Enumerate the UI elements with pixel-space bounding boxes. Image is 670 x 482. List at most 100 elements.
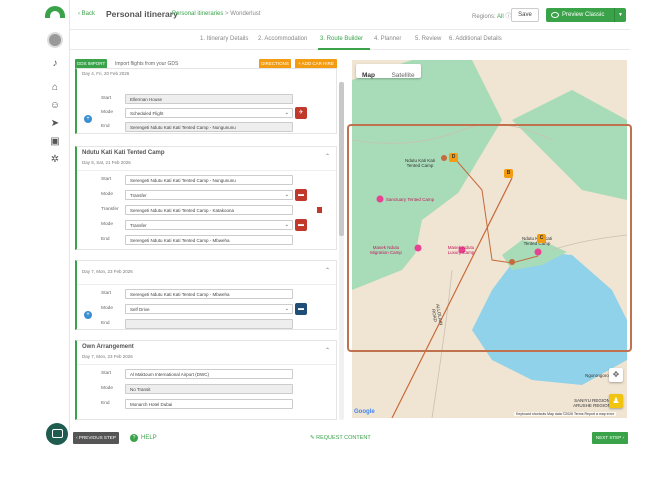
save-button[interactable]: Save — [511, 8, 539, 22]
car-icon[interactable]: ▬ — [295, 219, 307, 231]
chevron-up-icon[interactable]: ⌃ — [325, 153, 330, 160]
chevron-down-icon: ⌄ — [284, 222, 289, 228]
card-header[interactable]: Own Arrangement Day 7, Mon, 23 Feb 2026 … — [77, 341, 336, 365]
card-title: Ndutu Kati Kati Tented Camp — [82, 150, 165, 156]
mode-select[interactable]: Transfer ⌄ — [125, 190, 293, 200]
end-field[interactable]: Monarch Hotel Dubai — [125, 399, 293, 409]
row-label: End — [101, 321, 110, 326]
next-step-label: NEXT STEP — [595, 435, 622, 440]
help-link[interactable]: ? HELP — [130, 434, 157, 442]
breadcrumb: Personal itineraries > Wonderlust — [172, 11, 260, 17]
map-highlight-box — [347, 124, 632, 352]
end-field[interactable] — [125, 319, 293, 329]
next-step-button[interactable]: NEXT STEP › — [592, 432, 628, 444]
regions-filter[interactable]: Regions: All ⓘ — [472, 11, 511, 20]
card-header[interactable]: Ndutu Kati Kati Tented Camp Day 5, Sat, … — [77, 147, 336, 171]
request-content-label: REQUEST CONTENT — [316, 435, 371, 441]
mode-select[interactable]: Transfer ⌄ — [125, 220, 293, 230]
image-icon[interactable]: ▣ — [49, 136, 61, 148]
chevron-down-icon[interactable]: ▼ — [614, 8, 626, 22]
active-step-indicator — [318, 48, 370, 50]
users-icon[interactable]: ☺ — [49, 100, 61, 112]
chevron-up-icon[interactable]: ⌃ — [325, 267, 330, 274]
step-review[interactable]: 5. Review — [415, 36, 441, 42]
tab-satellite[interactable]: Satellite — [385, 69, 420, 83]
route-panel: GDS IMPORT Import flights from your GDS … — [73, 52, 348, 422]
user-avatar[interactable] — [47, 32, 63, 48]
add-leg-icon[interactable]: + — [84, 311, 92, 319]
row-label: End — [101, 237, 110, 242]
step-route-builder[interactable]: 3. Route Builder — [320, 36, 363, 42]
mode-select[interactable]: Self Drive ⌄ — [125, 304, 293, 314]
mode-select[interactable]: Scheduled Flight ⌄ — [125, 108, 293, 118]
map-attribution[interactable]: Keyboard shortcuts Map data ©2026 Terms … — [514, 412, 617, 416]
mode-field[interactable]: No Transit — [125, 384, 293, 394]
step-itinerary-details[interactable]: 1. Itinerary Details — [200, 36, 248, 42]
tab-map[interactable]: Map — [356, 69, 381, 83]
chevron-down-icon: ⌄ — [284, 306, 289, 312]
step-additional-details[interactable]: 6. Additional Details — [449, 36, 502, 42]
end-field[interactable]: Serengeti Ndutu Kati Kati Tented Camp - … — [125, 235, 293, 245]
start-field[interactable]: Serengeti Ndutu Kati Kati Tented Camp - … — [125, 289, 293, 299]
start-field[interactable]: Ellerman House — [125, 94, 293, 104]
back-link[interactable]: ‹ Back — [78, 11, 95, 17]
footer-bar: ‹ PREVIOUS STEP ? HELP ✎ REQUEST CONTENT … — [70, 430, 630, 448]
gear-icon[interactable]: ✲ — [49, 154, 61, 166]
card-date: Day 4, Fri, 20 Feb 2026 — [82, 71, 130, 76]
add-leg-icon[interactable]: + — [84, 115, 92, 123]
gds-import-hint: Import flights from your GDS — [115, 61, 179, 67]
row-label: End — [101, 124, 110, 129]
row-label: Start — [101, 177, 112, 182]
step-accommodation[interactable]: 2. Accommodation — [258, 36, 307, 42]
mode-value: Scheduled Flight — [130, 111, 164, 116]
card-date: Day 7, Mon, 23 Feb 2026 — [82, 269, 133, 274]
preview-classic-button[interactable]: Preview Classic ▼ — [546, 8, 626, 22]
card-header[interactable]: Day 7, Mon, 23 Feb 2026 ⌃ — [77, 261, 336, 285]
start-field[interactable]: Serengeti Ndutu Kati Kati Tented Camp - … — [125, 175, 293, 185]
trash-icon[interactable] — [317, 207, 322, 213]
bell-icon[interactable]: ♪ — [49, 58, 61, 70]
car-icon[interactable]: ▬ — [295, 189, 307, 201]
previous-step-label: PREVIOUS STEP — [78, 435, 116, 440]
row-label: Mode — [101, 110, 113, 115]
request-content-link[interactable]: ✎ REQUEST CONTENT — [310, 435, 371, 441]
card-date: Day 7, Mon, 23 Feb 2026 — [82, 354, 133, 359]
flight-icon[interactable]: ✈ — [295, 107, 307, 119]
chat-icon[interactable] — [46, 423, 68, 445]
panel-scrollbar[interactable] — [339, 82, 344, 420]
route-card: Day 4, Fri, 20 Feb 2026 Start Ellerman H… — [75, 68, 337, 134]
previous-step-button[interactable]: ‹ PREVIOUS STEP — [73, 432, 119, 444]
home-icon[interactable]: ⌂ — [49, 82, 61, 94]
chevron-up-icon[interactable]: ⌃ — [325, 347, 330, 354]
top-header: ‹ Back Personal itinerary Personal itine… — [70, 0, 630, 30]
start-field[interactable]: Al Maktoum International Airport (DWC) — [125, 369, 293, 379]
end-field[interactable]: Serengeti Ndutu Kati Kati Tented Camp - … — [125, 122, 293, 132]
route-card: Day 7, Mon, 23 Feb 2026 ⌃ Start Serenget… — [75, 260, 337, 330]
row-label: End — [101, 401, 110, 406]
row-label: Start — [101, 371, 112, 376]
row-label: Start — [101, 96, 112, 101]
pegman-icon[interactable]: ♟ — [609, 394, 623, 408]
route-card: Ndutu Kati Kati Tented Camp Day 5, Sat, … — [75, 146, 337, 250]
send-icon[interactable]: ➤ — [49, 118, 61, 130]
preview-label: Preview Classic — [562, 12, 605, 18]
regions-value: All — [497, 14, 504, 20]
chevron-down-icon: ⌄ — [284, 192, 289, 198]
street-view-icon[interactable]: ✥ — [609, 368, 623, 382]
brand-logo[interactable] — [45, 6, 65, 18]
row-label: Start — [101, 291, 112, 296]
row-label: Transfer — [101, 207, 119, 212]
car-icon[interactable]: ▬ — [295, 303, 307, 315]
row-label: Mode — [101, 192, 113, 197]
page-title: Personal itinerary — [106, 9, 178, 19]
row-label: Mode — [101, 306, 113, 311]
scrollbar-thumb[interactable] — [339, 82, 344, 236]
step-planner[interactable]: 4. Planner — [374, 36, 401, 42]
breadcrumb-root[interactable]: Personal itineraries — [172, 11, 223, 17]
wizard-steps: 1. Itinerary Details 2. Accommodation 3.… — [70, 30, 630, 50]
transfer-field[interactable]: Serengeti Ndutu Kati Kati Tented Camp - … — [125, 205, 293, 215]
google-logo: Google — [354, 409, 375, 415]
chevron-down-icon: ⌄ — [284, 110, 289, 116]
card-date: Day 5, Sat, 21 Feb 2026 — [82, 160, 131, 165]
mode-value: Self Drive — [130, 307, 150, 312]
